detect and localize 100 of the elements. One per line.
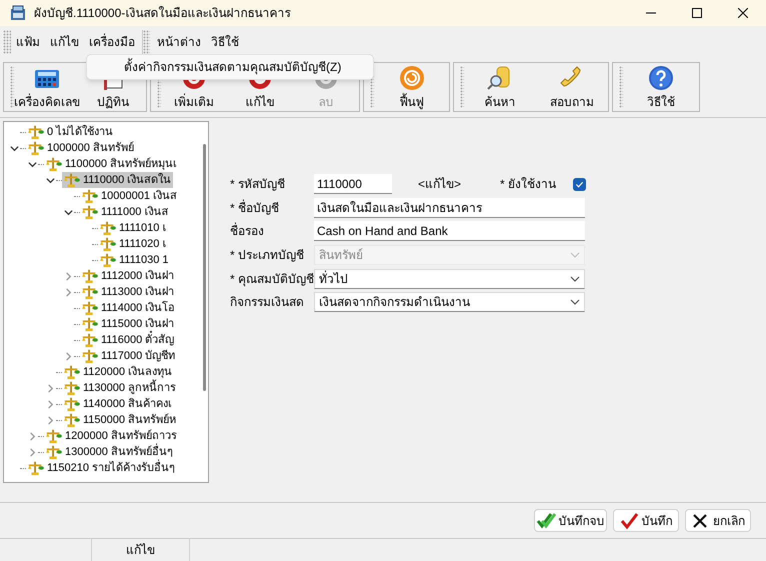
grip-handle[interactable] (3, 30, 11, 54)
text-field[interactable]: Cash on Hand and Bank (314, 221, 585, 242)
scales-icon (26, 124, 45, 140)
tree-item[interactable]: 1150210 รายได้ค้างรับอื่นๆ (26, 460, 178, 476)
tree-item[interactable]: 1111020 เ (98, 236, 168, 252)
chevron-down-icon[interactable] (64, 208, 72, 216)
tree-item[interactable]: 1100000 สินทรัพย์หมุนเ (44, 156, 180, 172)
tree-item[interactable]: 1116000 ตั๋วสัญ (80, 332, 176, 348)
scales-icon (62, 396, 81, 412)
scales-icon (80, 316, 99, 332)
chevron-down-icon (570, 274, 580, 284)
toolbar-button[interactable]: เครื่องคิดเลข (14, 63, 80, 111)
field-label: ชื่อรอง (230, 222, 265, 240)
grip-handle[interactable] (619, 66, 623, 108)
scales-icon (98, 252, 117, 268)
tree-item[interactable]: 1000000 สินทรัพย์ (26, 140, 136, 156)
tree-item[interactable]: 1111030 1 (98, 252, 171, 268)
scales-icon (80, 204, 99, 220)
scales-icon (98, 236, 117, 252)
chevron-right-icon[interactable] (64, 288, 72, 296)
check-icon (575, 180, 584, 188)
tree-item[interactable]: 1112000 เงินฝา (80, 268, 176, 284)
save-button[interactable]: บันทึกจบ (534, 509, 607, 532)
close-icon (738, 8, 748, 18)
tree-item[interactable]: 1300000 สินทรัพย์อื่นๆ (44, 444, 175, 460)
status-text: แก้ไข (126, 542, 155, 559)
scales-icon (80, 348, 99, 364)
dropdown[interactable]: เงินสดจากกิจกรรมดำเนินงาน (314, 292, 585, 312)
chevron-down-icon[interactable] (10, 144, 18, 152)
refresh-icon (398, 64, 426, 92)
scales-icon (44, 428, 63, 444)
chevron-right-icon[interactable] (46, 400, 54, 408)
chevron-right-icon[interactable] (46, 416, 54, 424)
tree-item[interactable]: 0 ไม่ได้ใช้งาน (26, 124, 116, 140)
scales-icon (44, 156, 63, 172)
tree-item[interactable]: 1117000 บัญชีท (80, 348, 178, 364)
app-icon (10, 5, 26, 21)
grip-handle[interactable] (142, 30, 150, 54)
scales-icon (80, 300, 99, 316)
tree-item[interactable]: 1110000 เงินสดใน (62, 172, 174, 188)
tree-item[interactable]: 1113000 เงินฝา (80, 284, 176, 300)
tree-item[interactable]: 1150000 สินทรัพย์ห (62, 412, 178, 428)
scales-icon (80, 188, 99, 204)
grip-handle[interactable] (10, 66, 14, 108)
chevron-right-icon[interactable] (28, 432, 36, 440)
scales-icon (62, 364, 81, 380)
grip-handle[interactable] (460, 66, 464, 108)
scales-icon (98, 220, 117, 236)
tree-item[interactable]: 1200000 สินทรัพย์ถาวร (44, 428, 179, 444)
help-icon (647, 64, 675, 92)
menu-item[interactable]: วิธีใช้ (206, 30, 244, 52)
scales-icon (26, 460, 45, 476)
field-label: * รหัสบัญชี (230, 176, 286, 193)
menu-item[interactable]: เครื่องมือ (84, 30, 140, 52)
tree-item[interactable]: 1115000 เงินฝา (80, 316, 176, 332)
chevron-down-icon[interactable] (46, 176, 54, 184)
chevron-down-icon[interactable] (28, 160, 36, 168)
tree-item[interactable]: 10000001 เงินส (80, 188, 179, 204)
chevron-right-icon[interactable] (46, 384, 54, 392)
chevron-right-icon[interactable] (64, 272, 72, 280)
tree-item[interactable]: 1111010 เ (98, 220, 168, 236)
vertical-scrollbar[interactable] (203, 144, 206, 391)
menu-item[interactable]: แฟ้ม (11, 30, 45, 52)
cancel-button[interactable]: ยกเลิก (685, 509, 751, 532)
field-label: * ยังใช้งาน (500, 176, 558, 193)
scales-icon (80, 268, 99, 284)
field-label: * ชื่อบัญชี (230, 198, 280, 217)
menu-item[interactable]: แก้ไข (45, 30, 84, 52)
scales-icon (26, 140, 45, 156)
toolbar-button[interactable]: ฟื้นฟู (374, 63, 449, 111)
toolbar-button[interactable]: วิธีใช้ (623, 63, 699, 111)
code-field[interactable]: 1110000 (314, 174, 392, 194)
scales-icon (62, 380, 81, 396)
chevron-down-icon (570, 250, 580, 260)
field-label: * ประเภทบัญชี (230, 246, 306, 264)
window-title: ผังบัญชี.1110000-เงินสดในมือและเงินฝากธนาคาร (34, 5, 290, 22)
scales-icon (44, 444, 63, 460)
chevron-down-icon (570, 297, 580, 308)
chevron-right-icon[interactable] (28, 448, 36, 456)
text-field[interactable]: เงินสดในมือและเงินฝากธนาคาร (314, 198, 585, 218)
field-label: กิจกรรมเงินสด (230, 294, 305, 312)
tree-item[interactable]: 1111000 เงินส (80, 204, 170, 220)
menu-item[interactable]: ตั้งค่ากิจกรรมเงินสดตามคุณสมบัติบัญชี(Z) (87, 58, 373, 76)
field-label: * คุณสมบัติบัญชี (230, 270, 314, 288)
scales-icon (80, 284, 99, 300)
toolbar-button[interactable]: สอบถาม (536, 63, 608, 111)
mode-label: <แก้ไข> (418, 176, 462, 193)
tree-item[interactable]: 1114000 เงินโอ (80, 300, 178, 316)
save-button[interactable]: บันทึก (613, 509, 679, 532)
scales-icon (62, 412, 81, 428)
tree-item[interactable]: 1140000 สินค้าคงเ (62, 396, 174, 412)
tree-item[interactable]: 1130000 ลูกหนี้การ (62, 380, 178, 396)
dropdown[interactable]: ทั่วไป (314, 268, 585, 289)
tree-item[interactable]: 1120000 เงินลงทุน (62, 364, 174, 380)
scales-icon (80, 332, 99, 348)
menu-item[interactable]: หน้าต่าง (152, 30, 206, 52)
maximize-icon (692, 8, 702, 18)
toolbar-button[interactable]: ค้นหา (464, 63, 536, 111)
chevron-right-icon[interactable] (64, 352, 72, 360)
active-checkbox[interactable] (573, 178, 586, 190)
